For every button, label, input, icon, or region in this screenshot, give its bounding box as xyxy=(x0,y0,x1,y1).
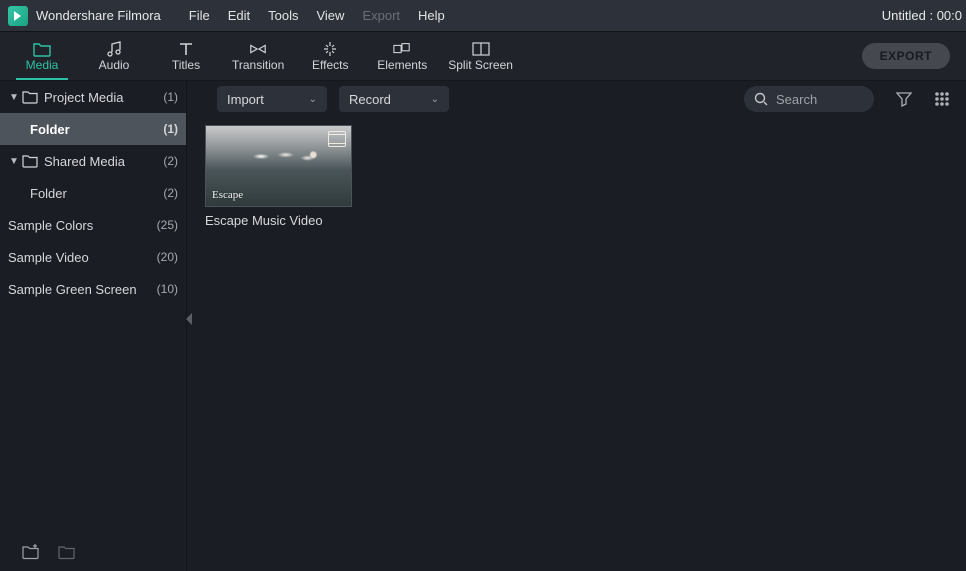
search-input[interactable] xyxy=(774,91,852,108)
music-note-icon xyxy=(105,41,123,57)
transition-icon xyxy=(249,41,267,57)
search-box[interactable] xyxy=(744,86,874,112)
tree-count: (1) xyxy=(163,90,178,104)
tree-project-media[interactable]: ▼ Project Media (1) xyxy=(0,81,186,113)
tab-label: Split Screen xyxy=(448,59,513,71)
tree-count: (2) xyxy=(163,186,178,200)
tab-media[interactable]: Media xyxy=(16,32,68,80)
dropdown-label: Record xyxy=(349,92,391,107)
tree-count: (1) xyxy=(163,122,178,136)
text-icon xyxy=(177,41,195,57)
export-button[interactable]: EXPORT xyxy=(862,43,950,69)
tab-elements[interactable]: Elements xyxy=(376,32,428,80)
folder-icon xyxy=(22,90,38,104)
tree-label: Shared Media xyxy=(44,154,163,169)
tab-label: Effects xyxy=(312,59,348,71)
import-dropdown[interactable]: Import ⌄ xyxy=(217,86,327,112)
tree-label: Sample Video xyxy=(8,250,157,265)
video-badge-icon xyxy=(328,131,346,147)
record-dropdown[interactable]: Record ⌄ xyxy=(339,86,449,112)
tab-split-screen[interactable]: Split Screen xyxy=(448,32,513,80)
tree-sample-colors[interactable]: Sample Colors (25) xyxy=(0,209,186,241)
tree-count: (10) xyxy=(157,282,178,296)
tree-label: Folder xyxy=(30,186,163,201)
main-tabs: Media Audio Titles Transition Effects El… xyxy=(0,32,966,81)
tab-effects[interactable]: Effects xyxy=(304,32,356,80)
menu-view[interactable]: View xyxy=(316,8,344,23)
chevron-down-icon: ⌄ xyxy=(309,94,317,105)
tree-folder-selected[interactable]: Folder (1) xyxy=(0,113,186,145)
menu-edit[interactable]: Edit xyxy=(228,8,250,23)
chevron-down-icon: ⌄ xyxy=(431,94,439,105)
media-toolbar: Import ⌄ Record ⌄ xyxy=(187,81,966,117)
tab-label: Audio xyxy=(99,59,130,71)
media-tree: ▼ Project Media (1) Folder (1) ▼ Shared … xyxy=(0,81,186,532)
main-area: ▼ Project Media (1) Folder (1) ▼ Shared … xyxy=(0,81,966,571)
clip-grid: Escape Escape Music Video xyxy=(187,117,966,236)
tab-titles[interactable]: Titles xyxy=(160,32,212,80)
sidebar-bottom-bar xyxy=(0,532,186,571)
sparkle-icon xyxy=(321,41,339,57)
clip-thumbnail: Escape xyxy=(205,125,352,207)
grid-view-icon[interactable] xyxy=(934,91,950,107)
project-status: Untitled : 00:0 xyxy=(882,8,962,23)
clip-label: Escape Music Video xyxy=(205,213,350,228)
clip-item[interactable]: Escape Escape Music Video xyxy=(205,125,350,228)
tree-sample-green-screen[interactable]: Sample Green Screen (10) xyxy=(0,273,186,305)
tab-label: Media xyxy=(26,59,59,71)
sidebar-collapse-handle[interactable] xyxy=(186,313,192,325)
tab-label: Transition xyxy=(232,59,284,71)
tab-label: Elements xyxy=(377,59,427,71)
tree-sample-video[interactable]: Sample Video (20) xyxy=(0,241,186,273)
dropdown-label: Import xyxy=(227,92,264,107)
tab-transition[interactable]: Transition xyxy=(232,32,284,80)
clip-overlay-text: Escape xyxy=(212,189,243,201)
menu-tools[interactable]: Tools xyxy=(268,8,298,23)
caret-down-icon: ▼ xyxy=(8,92,20,103)
folder-icon xyxy=(22,154,38,168)
tree-label: Sample Colors xyxy=(8,218,157,233)
folder-icon xyxy=(33,41,51,57)
tree-count: (20) xyxy=(157,250,178,264)
tree-folder[interactable]: Folder (2) xyxy=(0,177,186,209)
tab-audio[interactable]: Audio xyxy=(88,32,140,80)
app-title: Wondershare Filmora xyxy=(36,8,161,23)
menu-export: Export xyxy=(362,8,400,23)
shapes-icon xyxy=(393,41,411,57)
tree-shared-media[interactable]: ▼ Shared Media (2) xyxy=(0,145,186,177)
filter-icon[interactable] xyxy=(896,91,912,107)
tree-label: Project Media xyxy=(44,90,163,105)
tree-count: (2) xyxy=(163,154,178,168)
caret-down-icon: ▼ xyxy=(8,156,20,167)
menu-help[interactable]: Help xyxy=(418,8,445,23)
app-logo-icon xyxy=(8,6,28,26)
menu-bar: Wondershare Filmora File Edit Tools View… xyxy=(0,0,966,32)
new-folder-icon[interactable] xyxy=(22,544,40,560)
search-icon xyxy=(754,92,768,106)
split-screen-icon xyxy=(472,41,490,57)
media-sidebar: ▼ Project Media (1) Folder (1) ▼ Shared … xyxy=(0,81,186,571)
tab-label: Titles xyxy=(172,59,200,71)
open-folder-icon[interactable] xyxy=(58,544,76,560)
tree-count: (25) xyxy=(157,218,178,232)
tree-label: Folder xyxy=(30,122,163,137)
tree-label: Sample Green Screen xyxy=(8,282,157,297)
menu-items: File Edit Tools View Export Help xyxy=(189,8,445,23)
menu-file[interactable]: File xyxy=(189,8,210,23)
media-browser: Import ⌄ Record ⌄ xyxy=(186,81,966,571)
